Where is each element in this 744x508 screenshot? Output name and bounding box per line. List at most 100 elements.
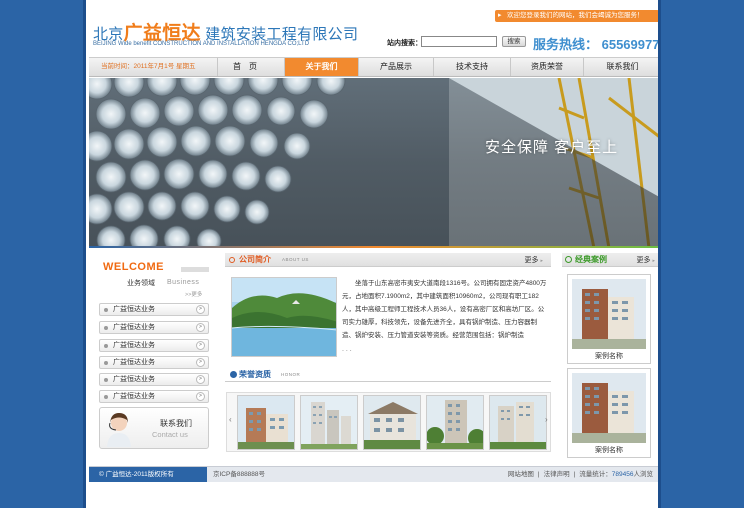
nav-date: 当前时间：2011年7月1号 星期五 [101, 63, 196, 70]
more-label: 更多 [636, 257, 651, 264]
chevron-left-icon[interactable]: ‹ [229, 415, 232, 424]
building-image [490, 396, 546, 449]
about-text: 坐落于山东高密市夷安大道南段1316号。公司拥有固定资产4800万元，占地面积7… [342, 280, 547, 339]
about-title: 公司简介 [239, 255, 271, 264]
stats-label: 流量统计： [579, 471, 612, 478]
sidebar-item-label: 广益恒达业务 [113, 324, 155, 331]
case-name: 案例名称 [595, 447, 623, 454]
nav-item-products[interactable]: 产品展示 [358, 58, 433, 76]
case-image [572, 373, 646, 443]
arrow-right-icon: > [196, 375, 205, 384]
honor-title-en: HONOR [281, 372, 301, 377]
circle-icon [230, 371, 237, 378]
honor-thumb[interactable] [237, 395, 295, 450]
honor-section-header: 荣誉资质 HONOR [225, 368, 551, 382]
bullet-icon [104, 378, 108, 382]
nav-item-support[interactable]: 技术支持 [433, 58, 510, 76]
business-more-link[interactable]: >>更多 [185, 290, 202, 298]
honor-thumb[interactable] [426, 395, 484, 450]
footer-copyright: © 广益恒达-2011版权所有 [89, 467, 207, 482]
sidebar-item[interactable]: 广益恒达业务 > [99, 373, 209, 386]
sidebar-item[interactable]: 广益恒达业务 > [99, 321, 209, 334]
business-sidebar: WELCOME 业务领域 Business >>更多 广益恒达业务 > 广益恒达业… [97, 255, 215, 455]
about-section-header: 公司简介 ABOUT US 更多 ▸ [225, 253, 551, 267]
more-label: 更多 [524, 257, 539, 264]
footer-links: 网站地图 | 法律声明 | 流量统计：789456人浏览 [508, 467, 653, 482]
welcome-title: WELCOME [103, 261, 164, 273]
bullet-icon [104, 308, 108, 312]
company-logo[interactable]: 北京广益恒达 建筑安装工程有限公司 BEIJING Wide benefit C… [93, 18, 358, 52]
nav-item-about[interactable]: 关于我们 [284, 58, 358, 76]
arrow-right-icon: > [196, 341, 205, 350]
building-image [364, 396, 420, 449]
hero-banner: 安全保障 客户至上 [89, 78, 658, 248]
arrow-right-icon: > [196, 392, 205, 401]
page-content: 北京广益恒达 建筑安装工程有限公司 BEIJING Wide benefit C… [89, 0, 660, 508]
building-image [572, 279, 646, 349]
case-image [572, 279, 646, 349]
nav-item-home[interactable]: 首 页 [217, 58, 272, 76]
case-name: 案例名称 [595, 353, 623, 360]
welcome-text: 欢迎您登录我们的网站，我们会竭诚为您服务！ [507, 12, 644, 19]
nav-item-honor[interactable]: 资质荣誉 [510, 58, 583, 76]
sidebar-item-label: 广益恒达业务 [113, 376, 155, 383]
bullet-icon [104, 326, 108, 330]
case-card[interactable]: 案例名称 [567, 274, 651, 364]
landscape-image [232, 278, 336, 356]
footer-icp: 京ICP备888888号 [213, 471, 266, 478]
about-photo [231, 277, 337, 357]
welcome-bar: ▸ 欢迎您登录我们的网站，我们会竭诚为您服务！ [495, 10, 658, 22]
chevron-right-icon[interactable]: › [545, 415, 548, 424]
customer-service-icon [107, 413, 131, 447]
hotline: 服务热线： 65569977 [533, 37, 660, 52]
stats-count: 789456 [611, 471, 634, 478]
honor-thumb[interactable] [300, 395, 358, 450]
building-image [301, 396, 357, 449]
building-image [427, 396, 483, 449]
about-ellipsis: . . . [342, 346, 352, 353]
business-title-en: Business [167, 279, 200, 286]
building-image [572, 373, 646, 443]
building-image [238, 396, 294, 449]
sidebar-item[interactable]: 广益恒达业务 > [99, 303, 209, 316]
banner-slogan: 安全保障 客户至上 [485, 139, 619, 156]
sitemap-link[interactable]: 网站地图 [508, 471, 534, 478]
honor-thumb[interactable] [489, 395, 547, 450]
contact-title-en: Contact us [152, 430, 188, 439]
honor-carousel: ‹ › [226, 392, 551, 452]
footer: © 广益恒达-2011版权所有 京ICP备888888号 网站地图 | 法律声明 | 流… [89, 466, 658, 482]
contact-title: 联系我们 [160, 419, 192, 428]
circle-icon [229, 257, 235, 263]
cases-title: 经典案例 [575, 255, 607, 264]
sidebar-item-label: 广益恒达业务 [113, 342, 155, 349]
sidebar-item[interactable]: 广益恒达业务 > [99, 356, 209, 369]
arrow-icon: ▸ [498, 12, 502, 19]
nav-item-contact[interactable]: 联系我们 [583, 58, 658, 76]
cases-section-header: 经典案例 更多 ▸ [562, 253, 658, 267]
sidebar-item-label: 广益恒达业务 [113, 306, 155, 313]
honor-thumb[interactable] [363, 395, 421, 450]
stats-suffix: 人浏览 [633, 471, 654, 478]
sidebar-item[interactable]: 广益恒达业务 > [99, 390, 209, 403]
arrow-right-icon: > [196, 358, 205, 367]
arrow-right-icon: > [196, 305, 205, 314]
cases-more-link[interactable]: 更多 ▸ [637, 255, 655, 265]
legal-link[interactable]: 法律声明 [544, 471, 570, 478]
business-title: 业务领域 [127, 280, 155, 287]
bullet-icon [104, 344, 108, 348]
footer-separator: | [573, 471, 576, 478]
contact-us-button[interactable]: 联系我们 Contact us [99, 407, 209, 449]
search-label: 站内搜索： [387, 40, 422, 47]
more-arrow-icon: ▸ [540, 258, 543, 264]
bullet-icon [104, 395, 108, 399]
about-more-link[interactable]: 更多 ▸ [525, 255, 543, 265]
sidebar-item[interactable]: 广益恒达业务 > [99, 339, 209, 352]
sidebar-item-label: 广益恒达业务 [113, 359, 155, 366]
more-arrow-icon: ▸ [652, 258, 655, 264]
logo-en: BEIJING Wide benefit CONSTRUCTION AND IN… [93, 41, 310, 47]
welcome-decor [181, 267, 209, 272]
case-card[interactable]: 案例名称 [567, 368, 651, 458]
about-title-en: ABOUT US [282, 257, 309, 262]
search-input[interactable] [421, 36, 497, 47]
search-button[interactable]: 搜索 [502, 36, 526, 47]
